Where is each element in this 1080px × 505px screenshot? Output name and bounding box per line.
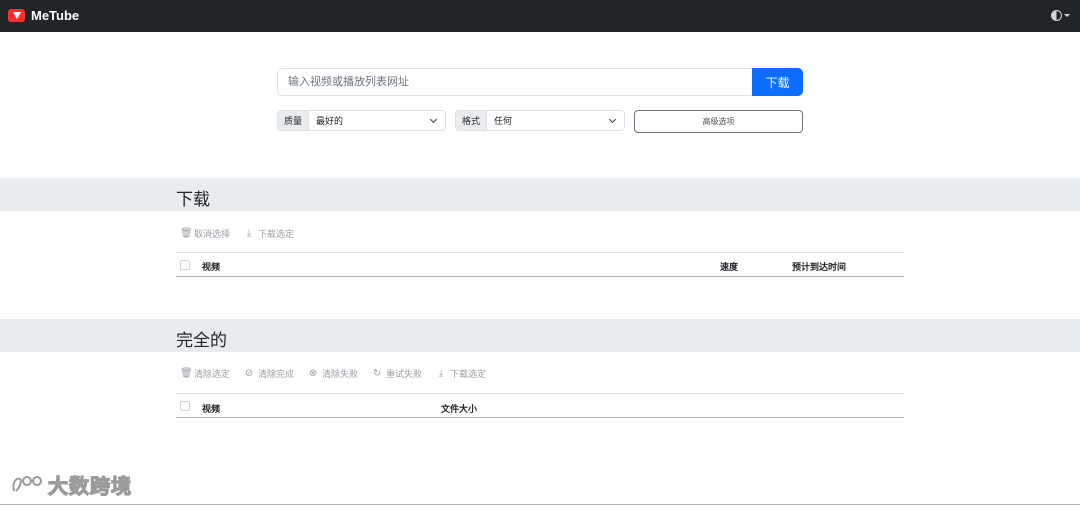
watermark-logo-icon [10, 472, 48, 498]
download-icon: ⤓ [246, 228, 252, 239]
trash-icon: 🗑 [180, 228, 193, 239]
download-icon: ⤓ [438, 368, 444, 379]
column-header-speed: 速度 [720, 262, 739, 272]
tool-label: 取消选择 [194, 229, 231, 239]
format-label: 格式 [456, 111, 488, 130]
downloads-toolbar: 🗑 取消选择 ⤓ 下载选定 [180, 227, 294, 240]
clear-completed-button[interactable]: ⊘ 清除完成 [244, 367, 294, 380]
watermark: 大数跨境 [10, 470, 132, 499]
chevron-down-icon [1064, 14, 1070, 17]
completed-header-bar: 完全的 [0, 319, 1080, 352]
clear-selected-button[interactable]: 🗑 清除选定 [180, 367, 230, 380]
quality-select-group: 质量 最好的 [277, 110, 446, 131]
x-circle-icon: ⊗ [308, 368, 318, 379]
check-circle-icon: ⊘ [244, 368, 254, 379]
table-divider [176, 393, 904, 394]
table-divider [176, 276, 904, 277]
tool-label: 下载选定 [450, 369, 487, 379]
quality-label: 质量 [278, 111, 310, 130]
theme-toggle-button[interactable] [1051, 10, 1070, 21]
quality-select[interactable]: 最好的 [309, 111, 445, 130]
select-all-checkbox[interactable] [180, 401, 190, 411]
completed-table: 视频 文件大小 [176, 393, 904, 419]
top-navbar: MeTube [0, 0, 1080, 32]
brand[interactable]: MeTube [8, 8, 79, 23]
download-selected-button[interactable]: ⤓ 下载选定 [244, 227, 294, 240]
cancel-selected-button[interactable]: 🗑 取消选择 [180, 227, 230, 240]
tool-label: 清除失败 [322, 369, 359, 379]
tool-label: 清除完成 [258, 369, 295, 379]
column-header-file-size: 文件大小 [441, 404, 478, 414]
metube-logo-icon [8, 9, 25, 22]
download-selected-button[interactable]: ⤓ 下载选定 [436, 367, 486, 380]
chevron-down-icon [429, 115, 438, 124]
downloads-header-bar: 下载 [0, 178, 1080, 211]
tool-label: 清除选定 [194, 369, 231, 379]
contrast-icon [1051, 10, 1062, 21]
format-selected-value: 任何 [494, 116, 513, 126]
watermark-text: 大数跨境 [47, 475, 132, 498]
select-all-checkbox[interactable] [180, 260, 190, 270]
column-header-eta: 预计到达时间 [792, 262, 847, 272]
retry-failed-button[interactable]: ↻ 重试失败 [372, 367, 422, 380]
retry-icon: ↻ [372, 368, 382, 379]
table-divider [176, 252, 904, 253]
quality-selected-value: 最好的 [316, 116, 344, 126]
download-button[interactable]: 下载 [752, 68, 803, 96]
downloads-title: 下载 [176, 190, 210, 209]
chevron-down-icon [608, 115, 617, 124]
format-select[interactable]: 任何 [487, 111, 624, 130]
completed-title: 完全的 [176, 331, 227, 350]
clear-failed-button[interactable]: ⊗ 清除失败 [308, 367, 358, 380]
tool-label: 重试失败 [386, 369, 423, 379]
format-select-group: 格式 任何 [455, 110, 625, 131]
advanced-options-button[interactable]: 高级选项 [634, 110, 803, 133]
table-divider [176, 417, 904, 418]
url-input[interactable] [277, 68, 753, 96]
completed-toolbar: 🗑 清除选定 ⊘ 清除完成 ⊗ 清除失败 ↻ 重试失败 ⤓ 下载选定 [180, 367, 486, 380]
tool-label: 下载选定 [258, 229, 295, 239]
app-title: MeTube [31, 8, 80, 23]
column-header-video: 视频 [202, 404, 221, 414]
trash-icon: 🗑 [180, 368, 193, 379]
column-header-video: 视频 [202, 262, 221, 272]
downloads-table: 视频 速度 预计到达时间 [176, 252, 904, 278]
